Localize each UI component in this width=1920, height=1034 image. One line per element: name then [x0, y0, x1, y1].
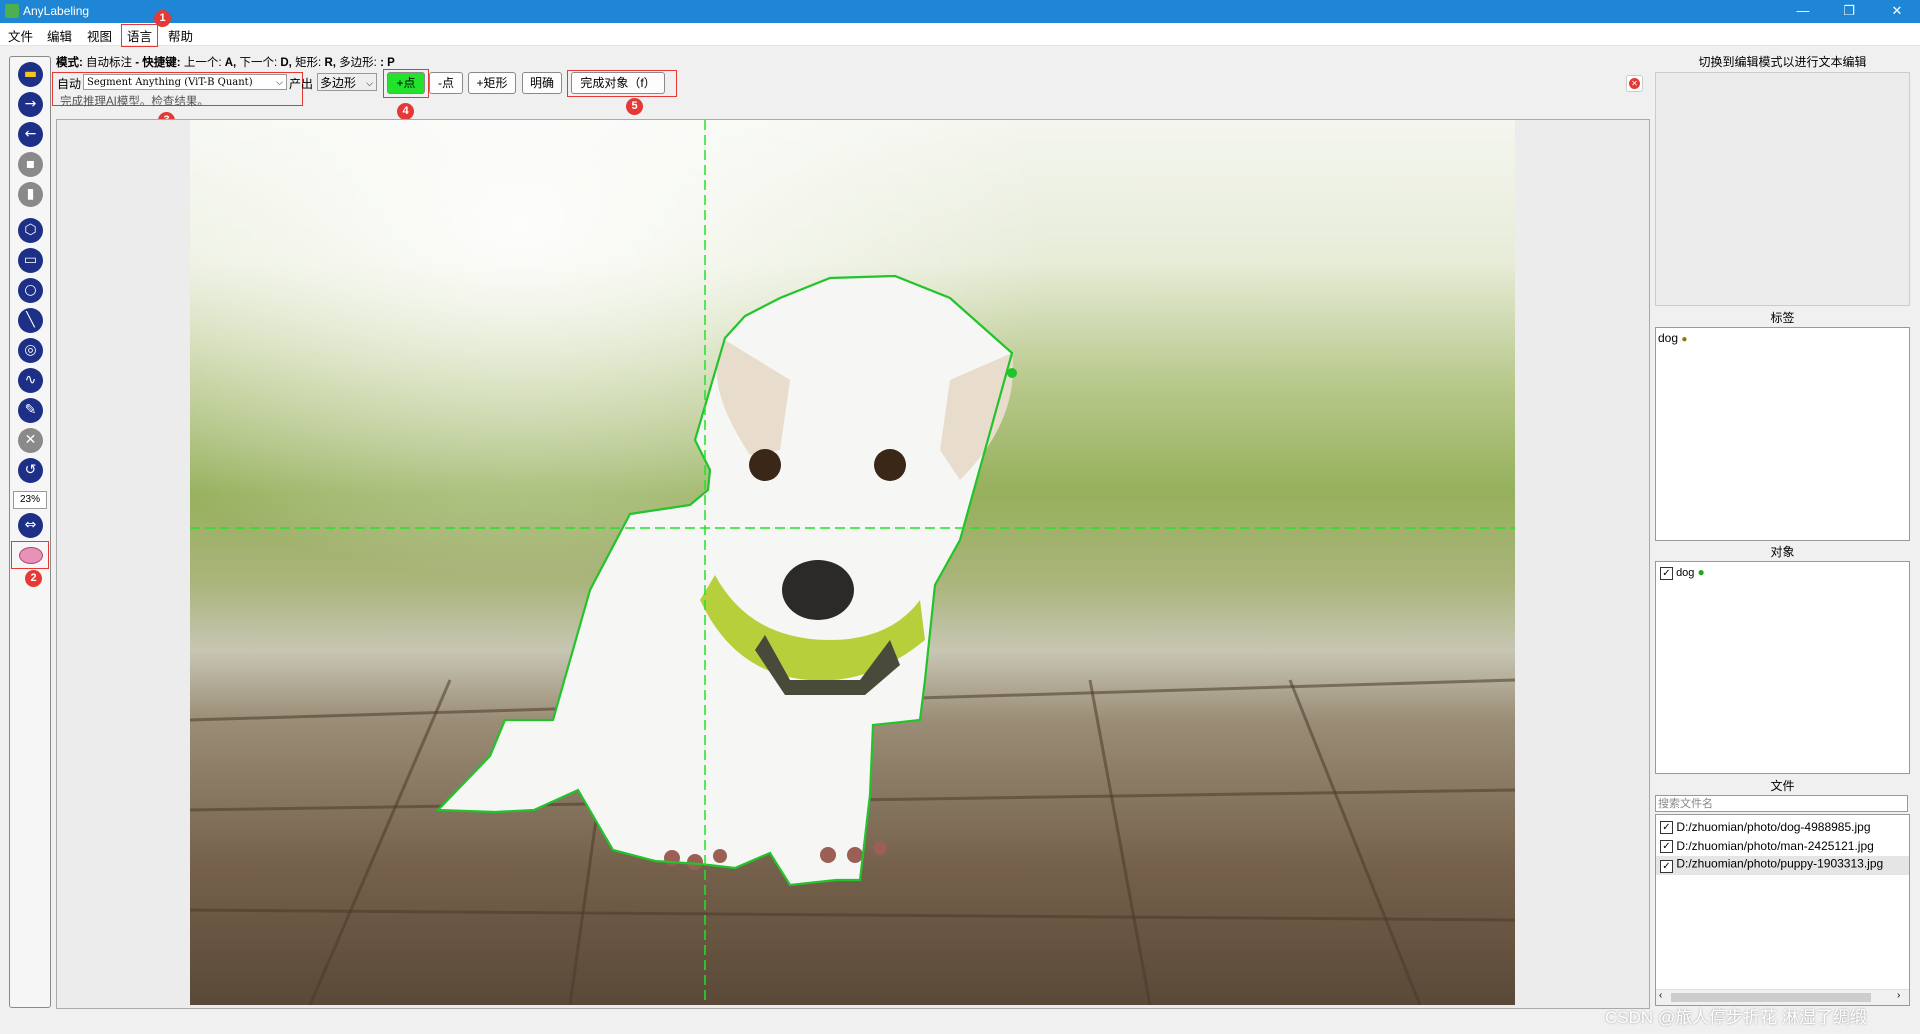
objects-panel: ✓ dog ●	[1655, 561, 1910, 774]
menu-edit[interactable]: 编辑	[47, 26, 72, 45]
brain-icon[interactable]	[19, 547, 43, 564]
close-window-button[interactable]: ✕	[1874, 0, 1920, 23]
object-color-dot: ●	[1697, 565, 1705, 579]
file-path: D:/zhuomian/photo/man-2425121.jpg	[1676, 839, 1874, 853]
photo-svg	[190, 120, 1515, 1005]
rect-shortcut-key: R,	[324, 57, 336, 69]
status-message: 完成推理AI模型。检查结果。	[60, 96, 209, 108]
poly-shortcut-key: : P	[380, 57, 395, 69]
window-title: AnyLabeling	[23, 4, 90, 18]
clear-button[interactable]: 明确	[522, 72, 562, 94]
file-search-placeholder: 搜索文件名	[1658, 798, 1713, 810]
labels-panel: dog ●	[1655, 327, 1910, 541]
label-color-dot: ●	[1681, 334, 1688, 345]
poly-shortcut-label: 多边形:	[339, 57, 377, 69]
polygon-icon[interactable]: ⬡	[18, 218, 43, 243]
edit-mode-hint: 切换到编辑模式以进行文本编辑	[1698, 55, 1867, 69]
app-icon	[5, 4, 19, 18]
maximize-button[interactable]: ❐	[1826, 0, 1872, 23]
delete-shape-icon[interactable]: ✕	[18, 428, 43, 453]
scroll-left-icon[interactable]: ‹	[1659, 990, 1662, 1001]
model-select[interactable]: Segment Anything (ViT-B Quant) ⌵	[83, 74, 287, 90]
prev-shortcut-key: A,	[224, 57, 237, 69]
watermark: CSDN @旅人停步折花 淋湿了绸缎	[1605, 1008, 1867, 1027]
close-auto-panel-button[interactable]: ✕	[1626, 75, 1643, 92]
scroll-right-icon[interactable]: ›	[1897, 990, 1900, 1001]
edit-icon[interactable]: ✎	[18, 398, 43, 423]
scrollbar-thumb[interactable]	[1671, 993, 1871, 1002]
file-checkbox[interactable]: ✓	[1660, 821, 1673, 835]
delete-icon[interactable]: ▮	[18, 182, 43, 207]
line-icon[interactable]: ╲	[18, 308, 43, 333]
linestrip-icon[interactable]: ∿	[18, 368, 43, 393]
auto-label-highlight	[11, 541, 49, 569]
mode-line: 模式: 自动标注 - 快捷键: 上一个: A, 下一个: D, 矩形: R, 多…	[56, 54, 395, 70]
menu-bar: 文件 编辑 视图 语言 帮助	[0, 23, 1920, 47]
menu-view[interactable]: 视图	[87, 26, 112, 45]
object-name: dog	[1676, 567, 1695, 579]
finish-object-button[interactable]: 完成对象（f）	[571, 72, 665, 94]
chevron-down-icon: ⌵	[366, 78, 373, 88]
next-shortcut-label: 下一个:	[239, 57, 278, 69]
annotation-badge-5: 5	[626, 98, 643, 115]
save-icon[interactable]: ▪	[18, 152, 43, 177]
zoom-level[interactable]: 23%	[13, 491, 47, 509]
auto-label: 自动	[57, 77, 82, 91]
close-icon: ✕	[1629, 78, 1640, 89]
fit-width-icon[interactable]: ⇔	[18, 513, 43, 538]
menu-help[interactable]: 帮助	[168, 26, 193, 45]
annotation-badge-2: 2	[25, 570, 42, 587]
file-checkbox[interactable]: ✓	[1660, 860, 1673, 873]
annotation-badge-1: 1	[154, 10, 171, 27]
file-path: D:/zhuomian/photo/dog-4988985.jpg	[1676, 820, 1871, 834]
polygon-vertex[interactable]	[1007, 368, 1017, 378]
file-item[interactable]: ✓ D:/zhuomian/photo/man-2425121.jpg	[1660, 839, 1874, 854]
prev-icon[interactable]: ←	[18, 122, 43, 147]
file-item[interactable]: ✓ D:/zhuomian/photo/dog-4988985.jpg	[1660, 820, 1871, 835]
mode-dash: -	[135, 57, 140, 69]
files-panel: ✓ D:/zhuomian/photo/dog-4988985.jpg ✓ D:…	[1655, 814, 1910, 1006]
output-select-value: 多边形	[320, 76, 357, 90]
next-shortcut-key: D,	[280, 57, 292, 69]
tools-toolbar: ▬ → ← ▪ ▮ ⬡ ▭ ○ ╲ ◎ ∿ ✎ ✕ ↺ 23% ⇔	[9, 56, 51, 1008]
photo-puppy[interactable]	[190, 120, 1515, 1005]
menu-language[interactable]: 语言	[121, 24, 159, 47]
undo-icon[interactable]: ↺	[18, 458, 43, 483]
mode-label: 模式:	[56, 57, 83, 69]
annotation-badge-4: 4	[397, 103, 414, 120]
model-select-value: Segment Anything (ViT-B Quant)	[87, 77, 253, 88]
output-select[interactable]: 多边形 ⌵	[317, 73, 377, 91]
object-item[interactable]: ✓ dog ●	[1660, 565, 1705, 580]
mode-value: 自动标注	[86, 57, 133, 69]
files-title: 文件	[1770, 779, 1795, 793]
file-path: D:/zhuomian/photo/puppy-1903313.jpg	[1676, 856, 1884, 871]
file-item-selected[interactable]: ✓ D:/zhuomian/photo/puppy-1903313.jpg	[1656, 856, 1909, 875]
file-checkbox[interactable]: ✓	[1660, 840, 1673, 854]
rectangle-icon[interactable]: ▭	[18, 248, 43, 273]
remove-point-button[interactable]: -点	[429, 72, 463, 94]
output-label: 产出	[289, 77, 314, 91]
title-bar: AnyLabeling — ❐ ✕	[0, 0, 1920, 23]
next-icon[interactable]: →	[18, 92, 43, 117]
labels-title: 标签	[1770, 311, 1795, 325]
prev-shortcut-label: 上一个:	[183, 57, 222, 69]
chevron-down-icon: ⌵	[276, 78, 283, 88]
label-name: dog	[1658, 331, 1679, 345]
description-box[interactable]	[1655, 72, 1910, 306]
shortcut-label: 快捷键:	[142, 57, 181, 69]
circle-icon[interactable]: ○	[18, 278, 43, 303]
objects-title: 对象	[1770, 545, 1795, 559]
label-item[interactable]: dog ●	[1658, 331, 1687, 345]
file-search-input[interactable]: 搜索文件名	[1655, 795, 1908, 812]
object-checkbox[interactable]: ✓	[1660, 566, 1673, 580]
point-icon[interactable]: ◎	[18, 338, 43, 363]
open-icon[interactable]: ▬	[18, 62, 43, 87]
menu-file[interactable]: 文件	[8, 26, 33, 45]
minimize-button[interactable]: —	[1780, 0, 1826, 23]
add-rect-button[interactable]: +矩形	[468, 72, 516, 94]
rect-shortcut-label: 矩形:	[295, 57, 322, 69]
add-point-button[interactable]: +点	[387, 72, 425, 94]
